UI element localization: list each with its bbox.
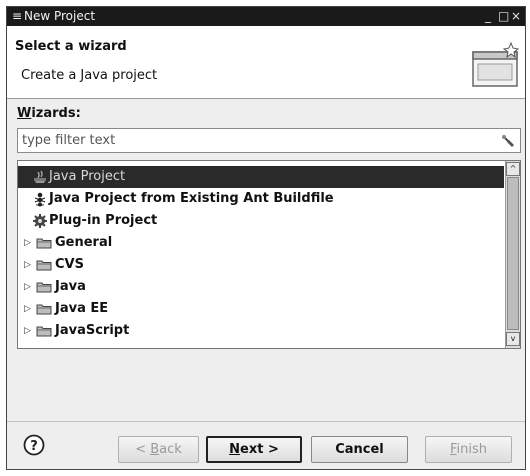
finish-button[interactable]: Finish [425,436,512,463]
plugin-icon [32,213,48,229]
folder-icon [36,279,52,295]
tree-item[interactable]: ▷ General [18,232,504,254]
next-button-text: ext > [240,442,279,457]
minimize-icon[interactable]: _ [485,7,491,26]
tree-item[interactable]: ▷ Java [18,276,504,298]
window-title: New Project [24,9,96,23]
tree-item[interactable]: ▷ Java EE [18,298,504,320]
tree-item[interactable]: ▷ JavaScript [18,320,504,342]
expand-arrow-icon[interactable]: ▷ [24,276,34,298]
svg-text:?: ? [30,439,38,454]
tree-item[interactable]: Java Project from Existing Ant Buildfile [18,188,504,210]
maximize-icon[interactable]: □ [498,7,509,26]
banner-heading: Select a wizard [15,39,127,54]
back-button[interactable]: < Back [118,436,199,463]
filter-input[interactable] [20,130,492,151]
wizards-label-text: izards: [31,106,81,121]
next-button[interactable]: Next > [206,436,302,463]
new-project-dialog: ≡ New Project _ □ × Select a wizard Crea… [6,6,526,470]
button-bar-separator [7,421,525,422]
expand-arrow-icon[interactable]: ▷ [24,320,34,342]
expand-arrow-icon[interactable]: ▷ [24,232,34,254]
wizards-label-mnemonic: W [17,106,32,121]
tree-scrollbar[interactable]: ^ v [505,161,520,348]
tree-item-label: Java Project [49,169,126,184]
back-button-prefix: < [135,442,151,457]
help-icon[interactable]: ? [23,434,45,456]
banner-description: Create a Java project [21,68,158,83]
folder-icon [36,301,52,317]
tree-item-label: Java Project from Existing Ant Buildfile [49,191,334,206]
new-wizard-graphic-icon [472,41,520,87]
ant-icon [32,191,48,207]
tree-item[interactable]: ▷ CVS [18,254,504,276]
cancel-button[interactable]: Cancel [311,436,408,463]
expand-arrow-icon[interactable]: ▷ [24,254,34,276]
tree-item-label: CVS [55,257,84,272]
wizard-tree[interactable]: Java Project Java Project from Existing A… [17,160,521,349]
tree-item[interactable]: Plug-in Project [18,210,504,232]
tree-item-label: Java EE [55,301,109,316]
wizards-label: Wizards: [17,106,81,121]
next-button-mnemonic: N [229,442,241,457]
clear-filter-icon[interactable] [500,133,516,149]
window-menu-icon[interactable]: ≡ [12,7,22,26]
folder-icon [36,323,52,339]
scroll-up-button[interactable]: ^ [506,162,520,176]
back-button-mnemonic: B [150,442,160,457]
scroll-down-button[interactable]: v [506,332,520,346]
tree-item[interactable]: Java Project [18,166,504,188]
folder-icon [36,257,52,273]
wizard-banner: Select a wizard Create a Java project [7,26,525,99]
title-bar[interactable]: ≡ New Project _ □ × [7,7,525,26]
expand-arrow-icon[interactable]: ▷ [24,298,34,320]
back-button-text: ack [159,442,182,457]
tree-item-label: JavaScript [55,323,130,338]
folder-icon [36,235,52,251]
filter-field[interactable] [17,128,521,153]
java-project-icon [32,169,48,185]
tree-item-label: Plug-in Project [49,213,158,228]
finish-button-text: inish [456,442,488,457]
tree-item-label: General [55,235,113,250]
close-icon[interactable]: × [511,7,521,26]
scroll-thumb[interactable] [507,177,519,330]
tree-item-label: Java [55,279,86,294]
